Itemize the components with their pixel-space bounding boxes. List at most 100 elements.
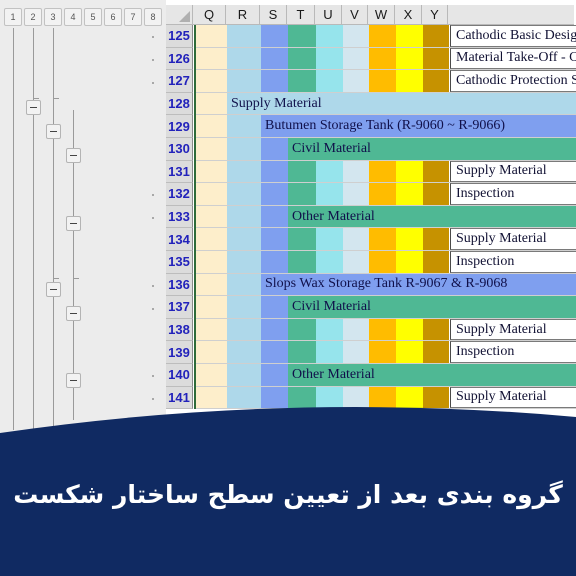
row-header-132[interactable]: 132 [166,183,193,206]
row-header-137[interactable]: 137 [166,296,193,319]
table-row[interactable]: Supply Material [194,160,576,184]
cell-band-s[interactable] [261,205,288,228]
cell-band-q[interactable] [194,363,227,386]
table-row[interactable]: Slops Wax Storage Tank R-9067 & R-9068 [194,273,576,297]
cell-band-x[interactable] [396,25,423,47]
cell-text-value[interactable]: Cathodic Protection Syst [450,70,576,92]
cell-band-r[interactable] [227,250,261,273]
cell-band-s[interactable] [261,183,288,205]
table-row[interactable]: Other Material [194,363,576,387]
row-header-129[interactable]: 129 [166,115,193,138]
cell-text-value[interactable]: Inspection [450,183,576,205]
cell-band-w[interactable] [369,386,396,409]
table-row[interactable]: Cathodic Basic Design & [194,25,576,48]
cell-band-y[interactable] [423,250,449,273]
row-header-138[interactable]: 138 [166,318,193,342]
cell-band-q[interactable] [194,115,227,137]
cell-band-q[interactable] [194,273,227,296]
cell-band-r[interactable] [227,137,261,160]
cell-band-u[interactable] [316,25,343,47]
cell-band-r[interactable] [227,47,261,70]
cell-band-r[interactable] [227,160,261,183]
table-row[interactable]: Supply Material [194,92,576,116]
cell-band-u[interactable] [316,160,343,183]
cell-band-y[interactable] [423,318,449,341]
outline-collapse-button[interactable] [66,306,81,321]
row-header-134[interactable]: 134 [166,228,193,251]
cell-text-value[interactable]: Supply Material [450,386,576,409]
row-header-column[interactable]: 125 126 127 128 129 130 131 132 133 134 135 136 137 1… [166,25,193,410]
outline-collapse-button[interactable] [66,148,81,163]
row-header-136[interactable]: 136 [166,273,193,297]
table-row[interactable]: Supply Material [194,318,576,342]
cell-band-w[interactable] [369,47,396,70]
table-row[interactable]: Cathodic Protection Syst [194,70,576,93]
cell-band-q[interactable] [194,205,227,228]
cell-band-y[interactable] [423,183,449,205]
cell-band-y[interactable] [423,70,449,92]
cell-band-x[interactable] [396,160,423,183]
outline-level-button-2[interactable]: 2 [24,8,42,26]
outline-collapse-button[interactable] [46,282,61,297]
cell-band-r[interactable] [227,25,261,47]
grid-body[interactable]: Cathodic Basic Design &Material Take-Off… [194,25,576,410]
cell-band-s[interactable] [261,160,288,183]
cell-band-q[interactable] [194,250,227,273]
cell-band-v[interactable] [343,318,369,341]
cell-band-u[interactable] [316,250,343,273]
cell-band-y[interactable] [423,228,449,250]
cell-band-w[interactable] [369,341,396,363]
table-row[interactable]: Supply Material [194,228,576,251]
outline-level-button-6[interactable]: 6 [104,8,122,26]
cell-band-w[interactable] [369,160,396,183]
group-level3-cell[interactable]: Civil Material [288,137,576,160]
outline-level-button-7[interactable]: 7 [124,8,142,26]
cell-band-v[interactable] [343,47,369,70]
cell-text-value[interactable]: Supply Material [450,318,576,341]
cell-band-r[interactable] [227,341,261,363]
row-header-128[interactable]: 128 [166,92,193,116]
cell-band-s[interactable] [261,296,288,318]
cell-band-y[interactable] [423,160,449,183]
cell-band-q[interactable] [194,160,227,183]
cell-band-t[interactable] [288,386,316,409]
cell-band-w[interactable] [369,183,396,205]
row-header-131[interactable]: 131 [166,160,193,184]
cell-band-q[interactable] [194,318,227,341]
cell-band-q[interactable] [194,183,227,205]
cell-band-t[interactable] [288,250,316,273]
cell-band-x[interactable] [396,47,423,70]
cell-band-x[interactable] [396,341,423,363]
cell-band-r[interactable] [227,273,261,296]
cell-band-q[interactable] [194,70,227,92]
cell-band-w[interactable] [369,70,396,92]
cell-band-w[interactable] [369,25,396,47]
cell-band-s[interactable] [261,318,288,341]
column-header-s[interactable]: S [260,5,287,25]
cell-band-q[interactable] [194,386,227,409]
row-header-127[interactable]: 127 [166,70,193,93]
column-header-w[interactable]: W [368,5,395,25]
row-header-135[interactable]: 135 [166,250,193,274]
column-header-u[interactable]: U [315,5,342,25]
cell-band-q[interactable] [194,228,227,250]
cell-band-s[interactable] [261,228,288,250]
column-header-y[interactable]: Y [422,5,448,25]
cell-band-x[interactable] [396,386,423,409]
outline-collapse-button[interactable] [66,216,81,231]
cell-band-r[interactable] [227,115,261,137]
cell-band-v[interactable] [343,250,369,273]
outline-level-button-3[interactable]: 3 [44,8,62,26]
column-header-q[interactable]: Q [193,5,226,25]
cell-band-q[interactable] [194,25,227,47]
cell-band-w[interactable] [369,250,396,273]
group-level2-cell[interactable]: Slops Wax Storage Tank R-9067 & R-9068 [261,273,576,296]
cell-band-v[interactable] [343,341,369,363]
cell-band-s[interactable] [261,341,288,363]
cell-band-u[interactable] [316,47,343,70]
cell-band-v[interactable] [343,386,369,409]
cell-band-q[interactable] [194,92,227,115]
cell-band-t[interactable] [288,183,316,205]
select-all-corner[interactable] [166,5,193,25]
cell-band-t[interactable] [288,160,316,183]
